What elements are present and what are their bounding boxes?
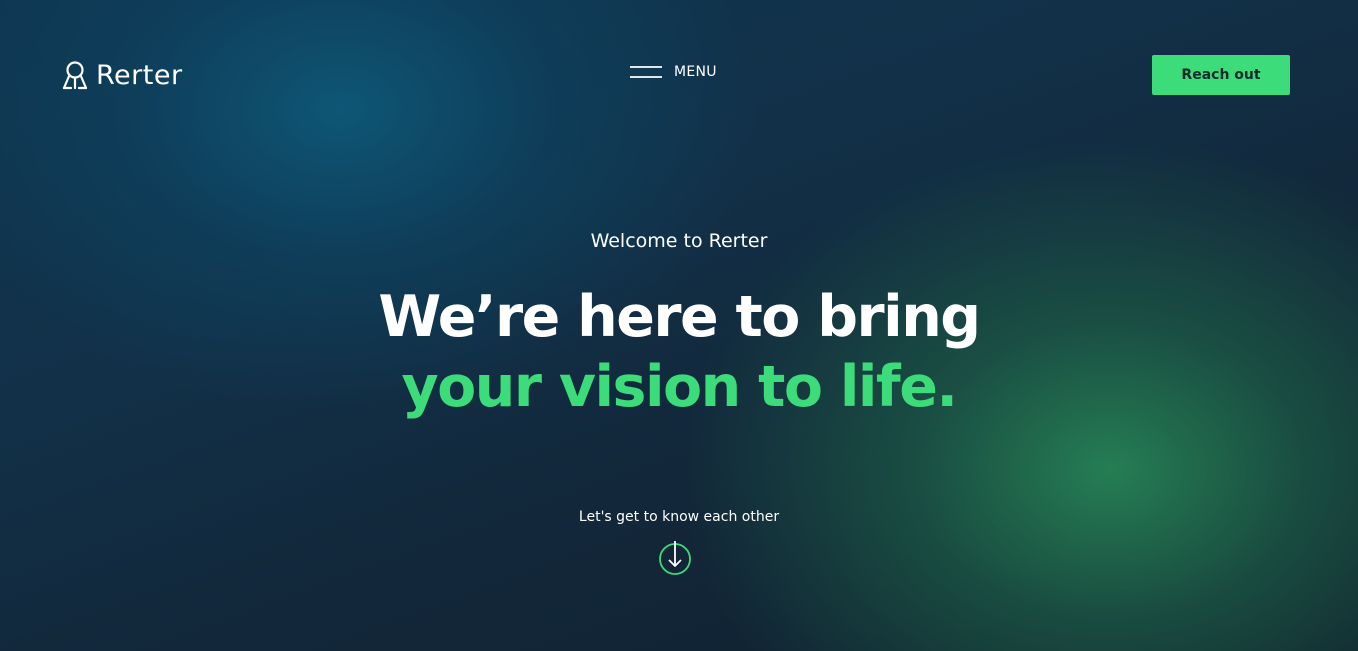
scroll-down-button[interactable] bbox=[658, 541, 692, 575]
logo-text: Rerter bbox=[96, 59, 183, 91]
arrow-down-circle-icon bbox=[659, 541, 691, 575]
scroll-prompt-text: Let's get to know each other bbox=[578, 509, 780, 525]
rerter-logo-icon bbox=[62, 61, 88, 90]
logo-link[interactable]: Rerter bbox=[60, 58, 183, 92]
hero-headline-line2: your vision to life. bbox=[401, 354, 958, 420]
menu-label: MENU bbox=[674, 64, 717, 80]
reach-out-button[interactable]: Reach out bbox=[1152, 55, 1290, 95]
menu-toggle[interactable]: MENU bbox=[630, 64, 717, 80]
hero-welcome-text: Welcome to Rerter bbox=[590, 230, 768, 252]
hero-headline-line1: We’re here to bring bbox=[378, 284, 981, 350]
hero-headline: We’re here to bring your vision to life. bbox=[0, 282, 1358, 422]
hamburger-menu-icon bbox=[630, 66, 662, 78]
landing-page: Rerter MENU Reach out Welcome to Rerter … bbox=[0, 0, 1358, 651]
